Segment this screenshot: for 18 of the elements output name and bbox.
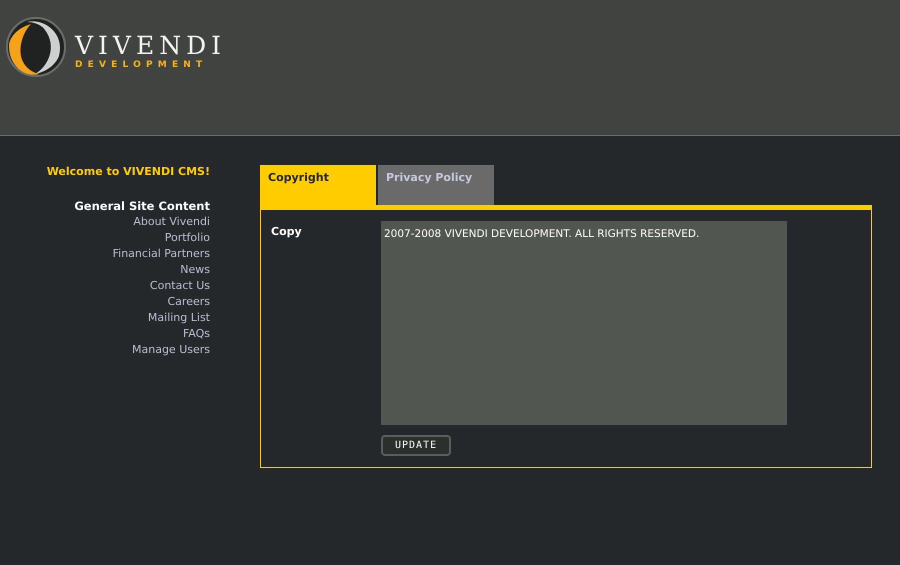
- sidebar-link[interactable]: FAQs: [182, 326, 210, 342]
- sidebar-link[interactable]: Financial Partners: [112, 246, 210, 262]
- sidebar-link[interactable]: Contact Us: [150, 278, 210, 294]
- globe-logo-icon: [5, 16, 67, 78]
- logo-tagline: DEVELOPMENT: [75, 60, 208, 70]
- sidebar-link[interactable]: About Vivendi: [133, 214, 210, 230]
- logo-name: VIVENDI: [75, 32, 226, 58]
- sidebar-link[interactable]: News: [180, 262, 210, 278]
- copy-textarea[interactable]: 2007-2008 VIVENDI DEVELOPMENT. ALL RIGHTS RESERVED.: [381, 221, 787, 425]
- update-button[interactable]: UPDATE: [381, 435, 452, 456]
- welcome-text: Welcome to VIVENDI CMS!: [46, 165, 210, 178]
- sidebar-link[interactable]: Portfolio: [164, 230, 210, 246]
- field-label: Copy: [271, 225, 303, 240]
- sidebar-link[interactable]: Manage Users: [132, 342, 210, 358]
- sidebar-heading: General Site Content: [74, 198, 210, 214]
- sidebar-link[interactable]: Careers: [168, 294, 210, 310]
- tab[interactable]: Copyright: [260, 165, 376, 205]
- sidebar-link[interactable]: Mailing List: [148, 310, 210, 326]
